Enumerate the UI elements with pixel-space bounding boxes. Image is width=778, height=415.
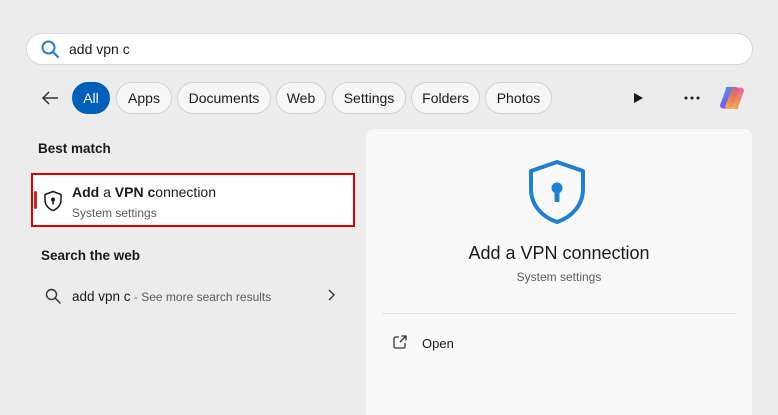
play-icon[interactable] xyxy=(626,86,650,110)
filter-settings[interactable]: Settings xyxy=(332,82,406,114)
shield-icon xyxy=(43,190,63,212)
open-action[interactable]: Open xyxy=(390,331,510,355)
back-arrow-icon[interactable] xyxy=(38,86,62,110)
filter-all[interactable]: All xyxy=(72,82,110,114)
preview-title: Add a VPN connection xyxy=(468,243,650,263)
open-label: Open xyxy=(422,336,454,351)
search-icon xyxy=(44,287,62,305)
search-web-heading: Search the web xyxy=(41,248,141,263)
best-match-subtitle: System settings xyxy=(72,206,157,220)
filter-web[interactable]: Web xyxy=(276,82,326,114)
search-input[interactable] xyxy=(69,41,669,57)
divider xyxy=(382,313,736,314)
copilot-icon[interactable] xyxy=(716,82,748,114)
web-search-item[interactable]: add vpn c - See more search results xyxy=(40,283,350,309)
preview-pane: Add a VPN connection System settings Ope… xyxy=(366,129,752,415)
chevron-right-icon[interactable] xyxy=(326,288,338,302)
filter-documents[interactable]: Documents xyxy=(177,82,271,114)
preview-subtitle: System settings xyxy=(516,270,602,284)
web-search-hint: - See more search results xyxy=(130,290,272,304)
search-box[interactable] xyxy=(26,33,753,65)
open-external-icon xyxy=(392,334,408,350)
best-match-title: Add a VPN connection xyxy=(72,184,216,200)
selection-accent xyxy=(34,191,37,209)
filter-apps[interactable]: Apps xyxy=(116,82,172,114)
web-search-query: add vpn c xyxy=(72,289,131,304)
filter-folders[interactable]: Folders xyxy=(411,82,480,114)
filter-photos[interactable]: Photos xyxy=(485,82,552,114)
shield-icon xyxy=(526,159,588,225)
filter-bar: All Apps Documents Web Settings Folders … xyxy=(38,82,758,114)
search-icon xyxy=(39,38,61,60)
best-match-heading: Best match xyxy=(38,141,111,156)
best-match-item[interactable]: Add a VPN connection System settings xyxy=(31,173,355,227)
more-icon[interactable] xyxy=(680,86,704,110)
